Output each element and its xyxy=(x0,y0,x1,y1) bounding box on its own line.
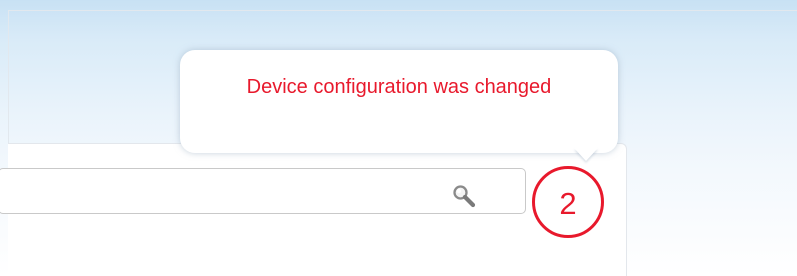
header-divider xyxy=(8,10,797,11)
page-background: 2 Device configuration was changed xyxy=(0,0,797,276)
tooltip-message: Device configuration was changed xyxy=(246,76,552,98)
tooltip-pointer xyxy=(574,148,598,161)
notification-badge[interactable]: 2 xyxy=(532,166,604,238)
notification-count: 2 xyxy=(559,185,577,221)
search-box xyxy=(0,168,526,214)
notification-tooltip: Device configuration was changed xyxy=(180,50,618,153)
search-icon[interactable] xyxy=(451,183,479,211)
search-input[interactable] xyxy=(15,177,439,207)
